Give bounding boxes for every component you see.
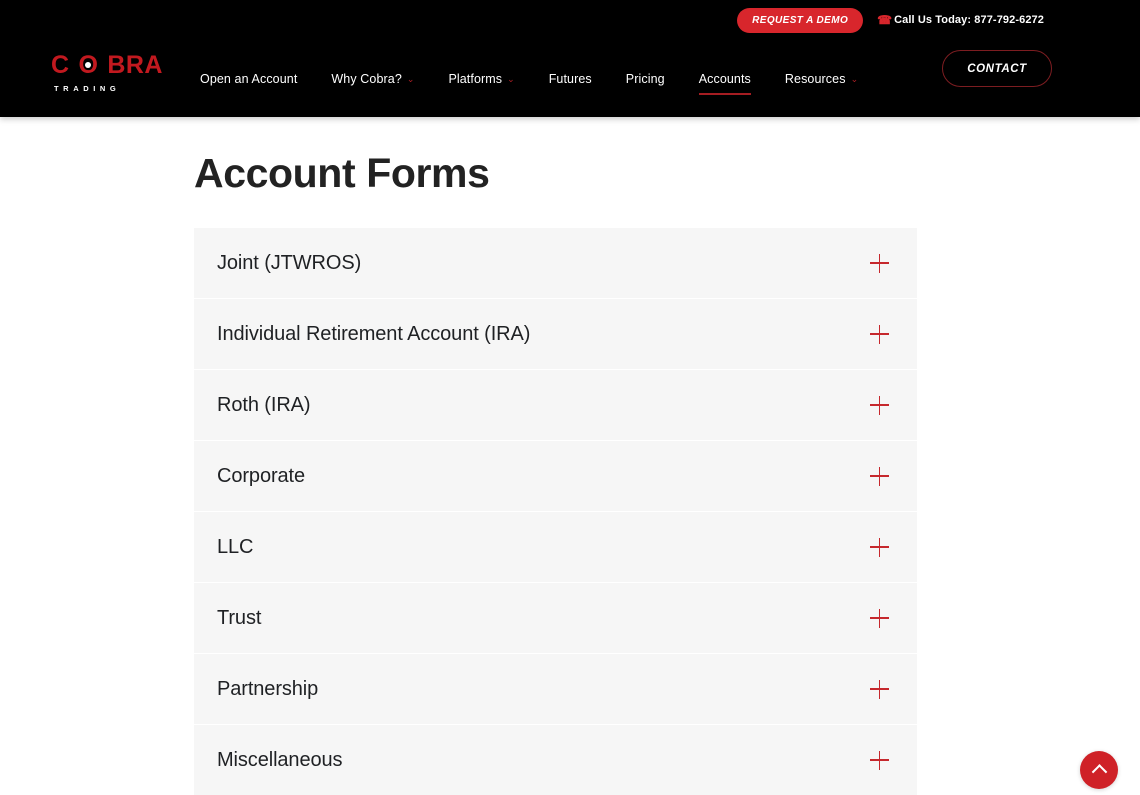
phone-icon: ☎ xyxy=(877,12,893,27)
accordion-item-roth-ira[interactable]: Roth (IRA) xyxy=(194,370,917,440)
accordion-item-partnership[interactable]: Partnership xyxy=(194,654,917,724)
page-title: Account Forms xyxy=(194,150,490,196)
nav-link-label[interactable]: Platforms xyxy=(448,72,502,86)
nav-item-accounts[interactable]: Accounts xyxy=(682,40,768,117)
chevron-down-icon: ⌄ xyxy=(507,74,515,84)
accordion-item-label: Trust xyxy=(217,607,262,629)
accordion-item-label: Corporate xyxy=(217,465,306,487)
nav-item-platforms[interactable]: Platforms ⌄ xyxy=(431,40,531,117)
account-forms-accordion: Joint (JTWROS) Individual Retirement Acc… xyxy=(194,228,917,795)
accordion-item-label: Joint (JTWROS) xyxy=(217,252,362,274)
cobra-trading-logo[interactable]: C O BRA TRADING xyxy=(51,52,163,96)
nav-link-label[interactable]: Resources xyxy=(785,72,846,86)
scroll-to-top-button[interactable] xyxy=(1080,751,1118,789)
plus-icon[interactable] xyxy=(870,608,889,628)
logo-tagline: TRADING xyxy=(54,84,121,93)
nav-item-open-an-account[interactable]: Open an Account xyxy=(200,40,314,117)
nav-link-label[interactable]: Open an Account xyxy=(200,72,297,86)
accordion-item-label: Miscellaneous xyxy=(217,749,343,771)
contact-button[interactable]: CONTACT xyxy=(942,50,1052,87)
logo-letters-bra: BRA xyxy=(107,51,163,79)
main-nav-row: C O BRA TRADING Open an Account Why Cobr… xyxy=(0,40,1140,117)
accordion-item-individual-retirement-account-ira[interactable]: Individual Retirement Account (IRA) xyxy=(194,299,917,369)
accordion-item-joint-jtwros[interactable]: Joint (JTWROS) xyxy=(194,228,917,298)
primary-navigation: Open an Account Why Cobra? ⌄ Platforms ⌄… xyxy=(200,40,875,117)
request-a-demo-button[interactable]: REQUEST A DEMO xyxy=(737,7,864,33)
plus-icon[interactable] xyxy=(870,466,889,486)
plus-icon[interactable] xyxy=(870,324,889,344)
nav-link-label[interactable]: Why Cobra? xyxy=(331,72,401,86)
nav-link-label[interactable]: Pricing xyxy=(626,72,665,86)
logo-letter-o: O xyxy=(78,51,99,79)
chevron-down-icon: ⌄ xyxy=(850,74,859,84)
call-us-text: Call Us Today: 877-792-6272 xyxy=(894,14,1044,26)
site-header: REQUEST A DEMO ☎ Call Us Today: 877-792-… xyxy=(0,0,1140,117)
chevron-up-icon xyxy=(1091,763,1107,780)
accordion-item-label: Individual Retirement Account (IRA) xyxy=(217,323,531,345)
accordion-item-trust[interactable]: Trust xyxy=(194,583,917,653)
plus-icon[interactable] xyxy=(870,395,889,415)
accordion-item-llc[interactable]: LLC xyxy=(194,512,917,582)
nav-item-resources[interactable]: Resources ⌄ xyxy=(768,40,875,117)
top-utility-bar: REQUEST A DEMO ☎ Call Us Today: 877-792-… xyxy=(0,0,1140,40)
accordion-item-label: Roth (IRA) xyxy=(217,394,311,416)
plus-icon[interactable] xyxy=(870,750,889,770)
accordion-item-miscellaneous[interactable]: Miscellaneous xyxy=(194,725,917,795)
plus-icon[interactable] xyxy=(870,679,889,699)
accordion-item-label: LLC xyxy=(217,536,254,558)
nav-item-why-cobra[interactable]: Why Cobra? ⌄ xyxy=(314,40,431,117)
main-content: Account Forms Joint (JTWROS) Individual … xyxy=(0,117,1140,795)
logo-letter-c: C xyxy=(51,51,70,79)
accordion-item-corporate[interactable]: Corporate xyxy=(194,441,917,511)
nav-link-label[interactable]: Accounts xyxy=(699,72,751,86)
plus-icon[interactable] xyxy=(870,253,889,273)
nav-item-futures[interactable]: Futures xyxy=(532,40,609,117)
accordion-item-label: Partnership xyxy=(217,678,319,700)
chevron-down-icon: ⌄ xyxy=(406,74,415,84)
call-us-link[interactable]: ☎ Call Us Today: 877-792-6272 xyxy=(877,12,1044,27)
logo-wordmark: C O BRA xyxy=(51,52,163,78)
nav-item-pricing[interactable]: Pricing xyxy=(609,40,682,117)
plus-icon[interactable] xyxy=(870,537,889,557)
nav-link-label[interactable]: Futures xyxy=(549,72,592,86)
